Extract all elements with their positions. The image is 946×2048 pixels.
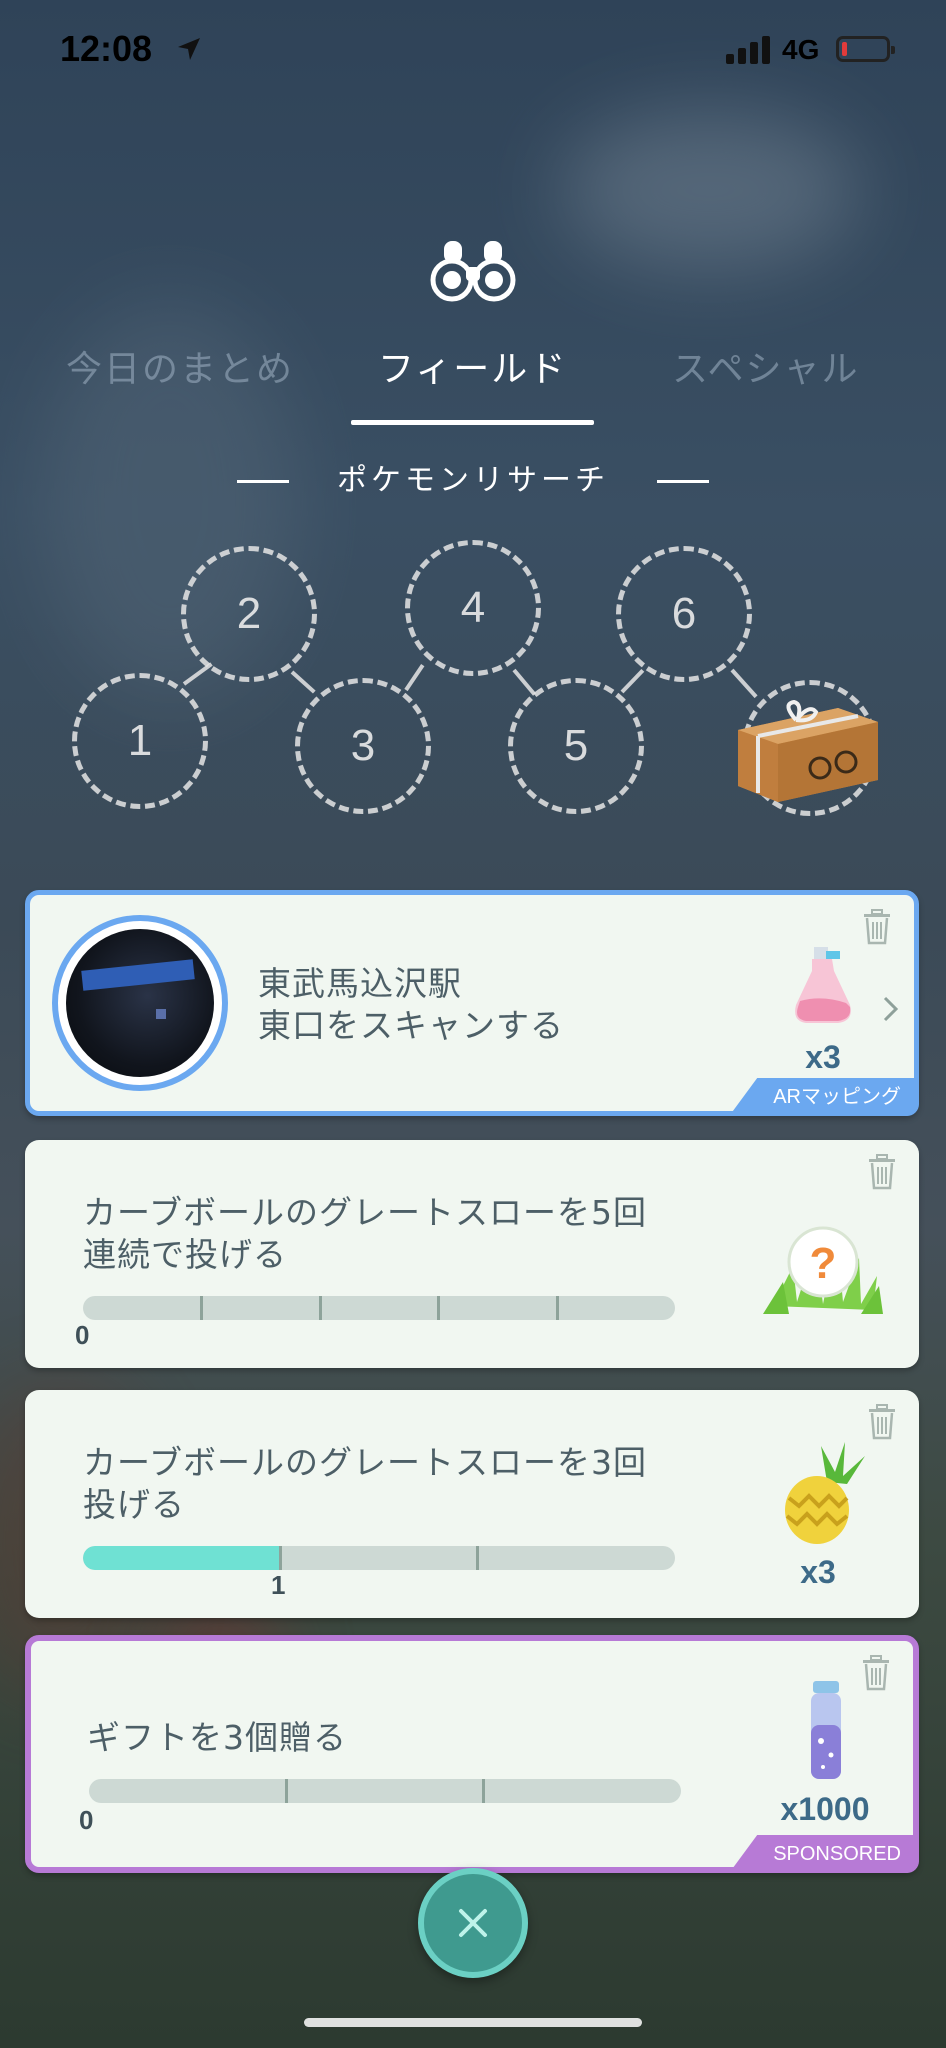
- research-step-4: 4: [405, 540, 541, 676]
- task-title-line: 連続で投げる: [83, 1235, 287, 1274]
- location-photo: [66, 929, 214, 1077]
- progress-count: 1: [271, 1570, 286, 1600]
- step-connector: [290, 670, 316, 694]
- research-step-3: 3: [295, 678, 431, 814]
- active-tab-indicator: [351, 420, 594, 425]
- progress-tick: [200, 1296, 203, 1320]
- battery-icon: [836, 36, 895, 62]
- home-indicator[interactable]: [304, 2018, 642, 2027]
- task-card-curveball-3[interactable]: カーブボールのグレートスローを3回 投げる 1 x3: [25, 1390, 919, 1618]
- task-title-line: カーブボールのグレートスローを5回: [83, 1193, 648, 1232]
- progress-tick: [279, 1546, 282, 1570]
- tab-field[interactable]: フィールド: [378, 340, 567, 392]
- research-box-icon[interactable]: [728, 690, 888, 810]
- step-connector: [620, 669, 645, 694]
- trash-icon[interactable]: [861, 1655, 891, 1691]
- svg-text:?: ?: [810, 1239, 837, 1288]
- section-title: ポケモンリサーチ: [337, 463, 609, 498]
- mystery-potion-icon: [795, 947, 851, 1023]
- reward-quantity: x3: [800, 1554, 836, 1590]
- step-connector: [512, 668, 537, 696]
- divider: [237, 480, 289, 483]
- task-card-ar-scan[interactable]: 東武馬込沢駅 東口をスキャンする x3 ARマッピング: [25, 890, 919, 1116]
- status-time: 12:08: [60, 28, 153, 69]
- research-step-1: 1: [72, 673, 208, 809]
- golden-pinap-berry-icon: [785, 1442, 865, 1544]
- task-title: カーブボールのグレートスローを5回 連続で投げる: [83, 1192, 647, 1276]
- photo-light: [156, 1009, 166, 1019]
- progress-tick: [476, 1546, 479, 1570]
- close-icon: [459, 1909, 487, 1937]
- binoculars-icon: [430, 241, 516, 302]
- progress-tick: [437, 1296, 440, 1320]
- network-type: 4G: [782, 34, 820, 65]
- research-step-6: 6: [616, 546, 752, 682]
- progress-tick: [285, 1779, 288, 1803]
- research-step-2: 2: [181, 546, 317, 682]
- background-cloud: [560, 110, 860, 270]
- progress-tick: [319, 1296, 322, 1320]
- task-card-gift[interactable]: ギフトを3個贈る 0 x1000 SPONSORED: [25, 1635, 919, 1873]
- stardust-bottle-icon: [811, 1681, 841, 1779]
- section-header: ポケモンリサーチ: [0, 455, 946, 499]
- task-title-line: 東武馬込沢駅: [258, 964, 462, 1003]
- status-bar: 12:08 4G: [0, 0, 946, 100]
- trash-icon[interactable]: [867, 1404, 897, 1440]
- station-sign: [81, 959, 195, 991]
- trash-icon[interactable]: [867, 1154, 897, 1190]
- tab-today[interactable]: 今日のまとめ: [66, 340, 294, 392]
- divider: [657, 480, 709, 483]
- signal-icon: [726, 32, 772, 64]
- task-progress-bar: [89, 1779, 681, 1803]
- trash-icon[interactable]: [862, 909, 892, 945]
- task-progress-bar: [83, 1296, 675, 1320]
- task-title-line: カーブボールのグレートスローを3回: [83, 1443, 648, 1482]
- task-title: ギフトを3個贈る: [87, 1717, 347, 1759]
- progress-count: 0: [75, 1320, 90, 1350]
- location-photo-frame: [52, 915, 228, 1091]
- research-step-path: 1 2 3 4 5 6: [0, 530, 946, 840]
- sponsored-tag: SPONSORED: [729, 1835, 919, 1873]
- encounter-question-icon: ?: [763, 1226, 883, 1314]
- research-step-5: 5: [508, 678, 644, 814]
- progress-fill: [83, 1546, 281, 1570]
- progress-tick: [482, 1779, 485, 1803]
- task-title: カーブボールのグレートスローを3回 投げる: [83, 1442, 647, 1526]
- close-button[interactable]: [418, 1868, 528, 1978]
- task-title-line: 東口をスキャンする: [258, 1006, 564, 1045]
- location-arrow-icon: [178, 38, 200, 60]
- progress-tick: [556, 1296, 559, 1320]
- progress-count: 0: [79, 1805, 94, 1835]
- task-title-line: ギフトを3個贈る: [87, 1718, 347, 1757]
- task-progress-bar: [83, 1546, 675, 1570]
- chevron-right-icon[interactable]: [882, 995, 900, 1023]
- task-title: 東武馬込沢駅 東口をスキャンする: [258, 963, 564, 1047]
- step-connector: [404, 664, 425, 692]
- task-title-line: 投げる: [83, 1485, 185, 1524]
- tab-special[interactable]: スペシャル: [672, 340, 859, 392]
- reward-quantity: x1000: [780, 1791, 870, 1827]
- research-tabs: 今日のまとめ フィールド スペシャル: [0, 340, 946, 430]
- ar-mapping-tag: ARマッピング: [729, 1078, 919, 1116]
- task-card-curveball-5[interactable]: カーブボールのグレートスローを5回 連続で投げる 0 ?: [25, 1140, 919, 1368]
- reward-quantity: x3: [805, 1039, 841, 1075]
